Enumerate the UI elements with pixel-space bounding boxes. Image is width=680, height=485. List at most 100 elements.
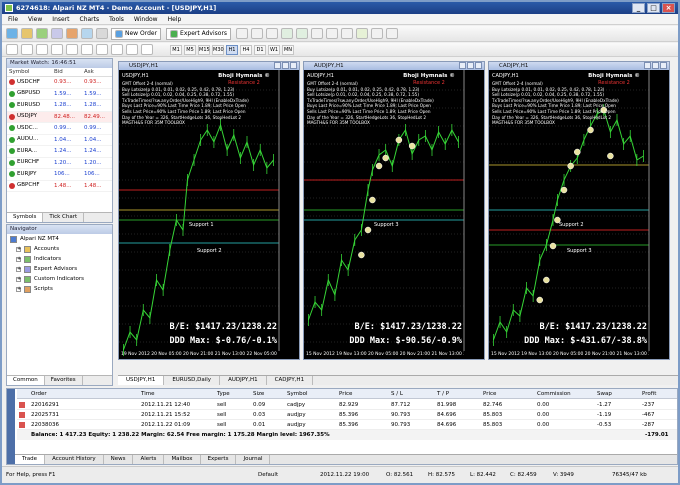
column-header[interactable]: Profit	[642, 389, 656, 399]
chart-tab-cadjpy[interactable]: CADJPY,H1	[267, 376, 314, 385]
chart-canvas[interactable]: USDJPY,H1 Bhoji Hymnals © Resistance 2 GMT …	[119, 70, 299, 359]
trade-row[interactable]: 22016291 2012.11.21 12:40 sell 0.09 cadjpy 82…	[17, 400, 677, 410]
tab-mailbox[interactable]: Mailbox	[164, 455, 201, 464]
market-watch-row[interactable]: USDC... 0.99... 0.99...	[7, 123, 112, 135]
menu-file[interactable]: File	[8, 16, 18, 23]
expand-icon[interactable]: +	[16, 276, 21, 282]
tab-journal[interactable]: Journal	[236, 455, 271, 464]
expand-icon[interactable]: +	[16, 256, 21, 262]
crosshair-icon[interactable]	[21, 44, 33, 55]
navigator-indicators[interactable]: + Indicators	[7, 254, 112, 264]
menu-tools[interactable]: Tools	[109, 16, 124, 23]
open-folder-icon[interactable]	[21, 28, 33, 39]
tab-symbols[interactable]: Symbols	[7, 213, 44, 222]
order-marker[interactable]	[382, 154, 389, 162]
navigator-expert-advisors[interactable]: + Expert Advisors	[7, 264, 112, 274]
chart-window-usdjpy[interactable]: USDJPY,H1 USDJPY,H1 Bhoji Hymnals © Resist…	[118, 61, 300, 360]
order-marker[interactable]	[587, 126, 594, 134]
menu-charts[interactable]: Charts	[80, 16, 100, 23]
column-header[interactable]: Symbol	[287, 389, 308, 399]
fibonacci-icon[interactable]	[96, 44, 108, 55]
candles-icon[interactable]	[251, 28, 264, 39]
bar-chart-icon[interactable]	[236, 28, 249, 39]
timeframe-h1[interactable]: H1	[226, 44, 238, 55]
column-header[interactable]: Order	[31, 389, 47, 399]
new-chart-icon[interactable]	[6, 28, 18, 39]
market-watch-row[interactable]: EURUSD 1.28... 1.28...	[7, 100, 112, 112]
order-marker[interactable]	[607, 152, 614, 160]
chart-tab-eurusd[interactable]: EURUSD,Daily	[164, 376, 221, 385]
terminal-side-bar[interactable]	[7, 389, 15, 464]
chart-window-cadjpy[interactable]: CADJPY,H1 CADJPY,H1 Bhoji Hymnals © Resist…	[488, 61, 670, 360]
tab-account-history[interactable]: Account History	[45, 455, 104, 464]
timeframe-w1[interactable]: W1	[268, 44, 280, 55]
chart-minimize-button[interactable]	[644, 62, 651, 69]
timeframe-h4[interactable]: H4	[240, 44, 252, 55]
line-chart-icon[interactable]	[266, 28, 279, 39]
timeframe-m30[interactable]: M30	[212, 44, 224, 55]
col-ask[interactable]: Ask	[84, 68, 112, 76]
close-button[interactable]: ×	[662, 3, 675, 13]
timeframe-mn[interactable]: MN	[282, 44, 294, 55]
expand-icon[interactable]: +	[16, 266, 21, 272]
expert-advisors-button[interactable]: Expert Advisors	[166, 27, 232, 40]
navigator-icon[interactable]	[66, 28, 78, 39]
order-marker[interactable]	[358, 251, 365, 259]
market-watch-row[interactable]: USDCHF 0.93... 0.93...	[7, 77, 112, 89]
market-watch-row[interactable]: EURCHF 1.20... 1.20...	[7, 158, 112, 169]
order-marker[interactable]	[395, 136, 403, 144]
tab-news[interactable]: News	[104, 455, 134, 464]
chart-close-button[interactable]	[660, 62, 667, 69]
tab-trade[interactable]: Trade	[15, 455, 46, 464]
cursor-icon[interactable]	[6, 44, 18, 55]
chart-close-button[interactable]	[475, 62, 482, 69]
arrows-icon[interactable]	[141, 44, 153, 55]
column-header[interactable]: T / P	[437, 389, 449, 399]
chart-maximize-button[interactable]	[282, 62, 289, 69]
terminal-icon[interactable]	[81, 28, 93, 39]
tab-alerts[interactable]: Alerts	[133, 455, 165, 464]
chart-shift-icon[interactable]	[341, 28, 354, 39]
indicators-icon[interactable]	[356, 28, 369, 39]
order-marker[interactable]	[574, 148, 581, 156]
market-watch-row[interactable]: AUDU... 1.04... 1.04...	[7, 135, 112, 146]
order-marker[interactable]	[549, 242, 557, 250]
timeframe-m15[interactable]: M15	[198, 44, 210, 55]
maximize-button[interactable]: □	[647, 3, 660, 13]
channel-icon[interactable]	[81, 44, 93, 55]
column-header[interactable]: S / L	[391, 389, 403, 399]
menu-view[interactable]: View	[28, 16, 42, 23]
order-marker[interactable]	[375, 162, 383, 170]
chart-tab-usdjpy[interactable]: USDJPY,H1	[118, 376, 165, 385]
market-watch-row[interactable]: GBPUSD 1.59... 1.59...	[7, 89, 112, 100]
zoom-in-icon[interactable]	[281, 28, 294, 39]
periods-icon[interactable]	[371, 28, 384, 39]
order-marker[interactable]	[560, 186, 568, 194]
column-header[interactable]: Swap	[597, 389, 612, 399]
order-marker[interactable]	[408, 142, 416, 150]
navigator-accounts[interactable]: + Accounts	[7, 244, 112, 254]
tab-favorites[interactable]: Favorites	[45, 376, 83, 385]
market-watch-row[interactable]: EURA... 1.24... 1.24...	[7, 146, 112, 158]
order-marker[interactable]	[364, 226, 372, 234]
chart-maximize-button[interactable]	[467, 62, 474, 69]
autoscroll-icon[interactable]	[326, 28, 339, 39]
chart-minimize-button[interactable]	[274, 62, 281, 69]
chart-tab-audjpy[interactable]: AUDJPY,H1	[220, 376, 267, 385]
timeframe-m1[interactable]: M1	[170, 44, 182, 55]
trade-row[interactable]: 22025731 2012.11.21 15:52 sell 0.03 audjpy 85…	[17, 410, 677, 420]
zoom-out-icon[interactable]	[296, 28, 309, 39]
tester-icon[interactable]	[96, 28, 108, 39]
minimize-button[interactable]: _	[632, 3, 645, 13]
tile-windows-icon[interactable]	[311, 28, 324, 39]
menu-window[interactable]: Window	[134, 16, 158, 23]
new-order-button[interactable]: New Order	[111, 27, 162, 40]
chart-window-audjpy[interactable]: AUDJPY,H1 AUDJPY,H1 Bhoji Hymnals © Resist…	[303, 61, 485, 360]
tab-common[interactable]: Common	[7, 376, 45, 385]
menu-insert[interactable]: Insert	[52, 16, 69, 23]
label-tool-icon[interactable]	[126, 44, 138, 55]
timeframe-m5[interactable]: M5	[184, 44, 196, 55]
templates-icon[interactable]	[386, 28, 399, 39]
tab-experts[interactable]: Experts	[201, 455, 237, 464]
order-marker[interactable]	[543, 276, 550, 284]
